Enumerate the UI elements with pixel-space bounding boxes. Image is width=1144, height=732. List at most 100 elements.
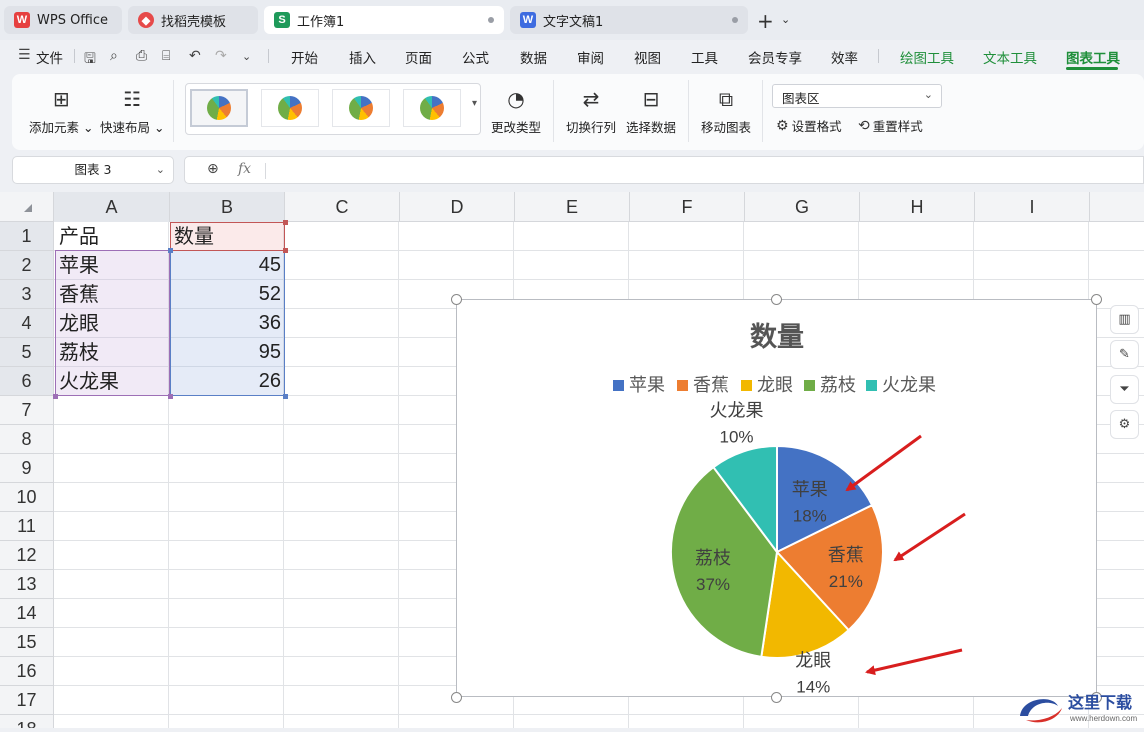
column-header-b[interactable]: B [170,192,285,222]
row-header[interactable]: 17 [0,686,54,715]
legend-label[interactable]: 火龙果 [882,375,936,396]
row-header[interactable]: 1 [0,222,54,251]
data-label-percent[interactable]: 18% [793,506,827,525]
gallery-more-chevron-icon[interactable]: ▾ [472,98,477,109]
menu-page[interactable]: 页面 [405,47,432,67]
menu-insert[interactable]: 插入 [349,47,376,67]
row-header[interactable]: 9 [0,454,54,483]
data-label-category[interactable]: 荔枝 [695,548,731,569]
print-icon[interactable]: ⎙ [136,48,147,64]
chevron-down-icon[interactable]: ⌄ [781,13,790,26]
name-box[interactable]: 图表 3 ⌄ [12,156,174,184]
chart-resize-handle[interactable] [451,692,462,703]
row-header[interactable]: 7 [0,396,54,425]
chart-style-4[interactable] [403,89,461,127]
column-header-f[interactable]: F [630,192,745,222]
chart-resize-handle[interactable] [451,294,462,305]
column-header-c[interactable]: C [285,192,400,222]
menu-drawing-tools[interactable]: 绘图工具 [900,47,954,67]
tab-docer[interactable]: ◆ 找稻壳模板 [128,6,258,34]
chart-style-brush-icon[interactable]: ✎ [1110,340,1139,369]
row-header[interactable]: 14 [0,599,54,628]
chart-style-3[interactable] [332,89,390,127]
row-header[interactable]: 15 [0,628,54,657]
menu-file[interactable]: 文件 [36,47,63,67]
menu-data[interactable]: 数据 [520,47,547,67]
quick-layout-button[interactable]: ☷ 快速布局 ⌄ [100,86,164,136]
menu-view[interactable]: 视图 [634,47,661,67]
undo-icon[interactable]: ↶ [189,48,201,64]
chart-resize-handle[interactable] [771,692,782,703]
legend-label[interactable]: 荔枝 [820,375,856,396]
chart-elements-icon[interactable]: ▥ [1110,305,1139,334]
formula-input[interactable]: ⊕ fx [184,156,1144,184]
cell-a2[interactable]: 苹果 [55,251,170,280]
cell-b3[interactable]: 52 [170,280,285,309]
menu-member[interactable]: 会员专享 [748,47,802,67]
tab-document[interactable]: W 文字文稿1 [510,6,748,34]
chart-filter-icon[interactable]: ⏷ [1110,375,1139,404]
data-label-category[interactable]: 龙眼 [795,651,831,672]
data-label-category[interactable]: 火龙果 [710,401,764,422]
add-element-button[interactable]: ⊞ 添加元素 ⌄ [29,86,93,136]
cell-b2[interactable]: 45 [170,251,285,280]
chart-resize-handle[interactable] [771,294,782,305]
cell-a1[interactable]: 产品 [55,222,170,251]
cell-b5[interactable]: 95 [170,338,285,367]
column-header-d[interactable]: D [400,192,515,222]
print-preview-icon[interactable]: ⌸ [162,48,170,64]
chart-legend[interactable]: 苹果 香蕉 龙眼 荔枝 火龙果 [613,375,936,396]
data-label-percent[interactable]: 21% [829,572,863,591]
data-label-category[interactable]: 香蕉 [828,545,864,566]
chart-resize-handle[interactable] [1091,294,1102,305]
menu-text-tools[interactable]: 文本工具 [983,47,1037,67]
column-header-a[interactable]: A [54,192,170,222]
row-header[interactable]: 18 [0,715,54,728]
data-label-percent[interactable]: 14% [796,678,830,697]
zoom-icon[interactable]: ⊕ [207,161,219,177]
column-header-e[interactable]: E [515,192,630,222]
tab-workbook[interactable]: S 工作簿1 [264,6,504,34]
fx-icon[interactable]: fx [238,161,251,177]
legend-label[interactable]: 苹果 [629,375,665,396]
hamburger-menu-icon[interactable]: ☰ [18,47,31,63]
chart-style-2[interactable] [261,89,319,127]
chart-object[interactable]: 数量 苹果 香蕉 龙眼 荔枝 火龙果 苹果 18% 香蕉 21% 龙眼 14% 荔枝 37% 火龙果 10… [456,299,1097,697]
reset-style-button[interactable]: ⟲ 重置样式 [858,116,923,135]
move-chart-button[interactable]: ⧉ 移动图表 [701,86,751,136]
cell-b4[interactable]: 36 [170,309,285,338]
row-header[interactable]: 10 [0,483,54,512]
column-header-h[interactable]: H [860,192,975,222]
select-all-corner[interactable] [0,192,54,222]
menu-efficiency[interactable]: 效率 [831,47,858,67]
cell-a6[interactable]: 火龙果 [55,367,170,396]
row-header[interactable]: 13 [0,570,54,599]
cell-a4[interactable]: 龙眼 [55,309,170,338]
menu-home[interactable]: 开始 [291,47,318,67]
legend-label[interactable]: 龙眼 [757,375,793,396]
data-label-percent[interactable]: 37% [696,575,730,594]
column-header-i[interactable]: I [975,192,1090,222]
row-header[interactable]: 3 [0,280,54,309]
cell-a3[interactable]: 香蕉 [55,280,170,309]
tab-wps-office[interactable]: W WPS Office [4,6,122,34]
switch-row-col-button[interactable]: ⇄ 切换行列 [566,86,616,136]
cell-b1[interactable]: 数量 [170,222,285,251]
row-header[interactable]: 5 [0,338,54,367]
save-icon[interactable]: 🖫 [84,48,96,72]
row-header[interactable]: 8 [0,425,54,454]
cell-a5[interactable]: 荔枝 [55,338,170,367]
chart-title[interactable]: 数量 [750,322,804,353]
new-tab-plus-icon[interactable]: + [757,9,774,33]
set-format-button[interactable]: ⚙ 设置格式 [776,116,842,135]
row-header[interactable]: 12 [0,541,54,570]
menu-formula[interactable]: 公式 [462,47,489,67]
row-header[interactable]: 2 [0,251,54,280]
format-painter-icon[interactable]: ⌕ [110,48,118,64]
row-header[interactable]: 11 [0,512,54,541]
chart-element-dropdown[interactable]: 图表区 ⌄ [772,84,942,108]
row-header[interactable]: 16 [0,657,54,686]
chart-settings-gear-icon[interactable]: ⚙ [1110,410,1139,439]
column-header-g[interactable]: G [745,192,860,222]
menu-tools[interactable]: 工具 [691,47,718,67]
